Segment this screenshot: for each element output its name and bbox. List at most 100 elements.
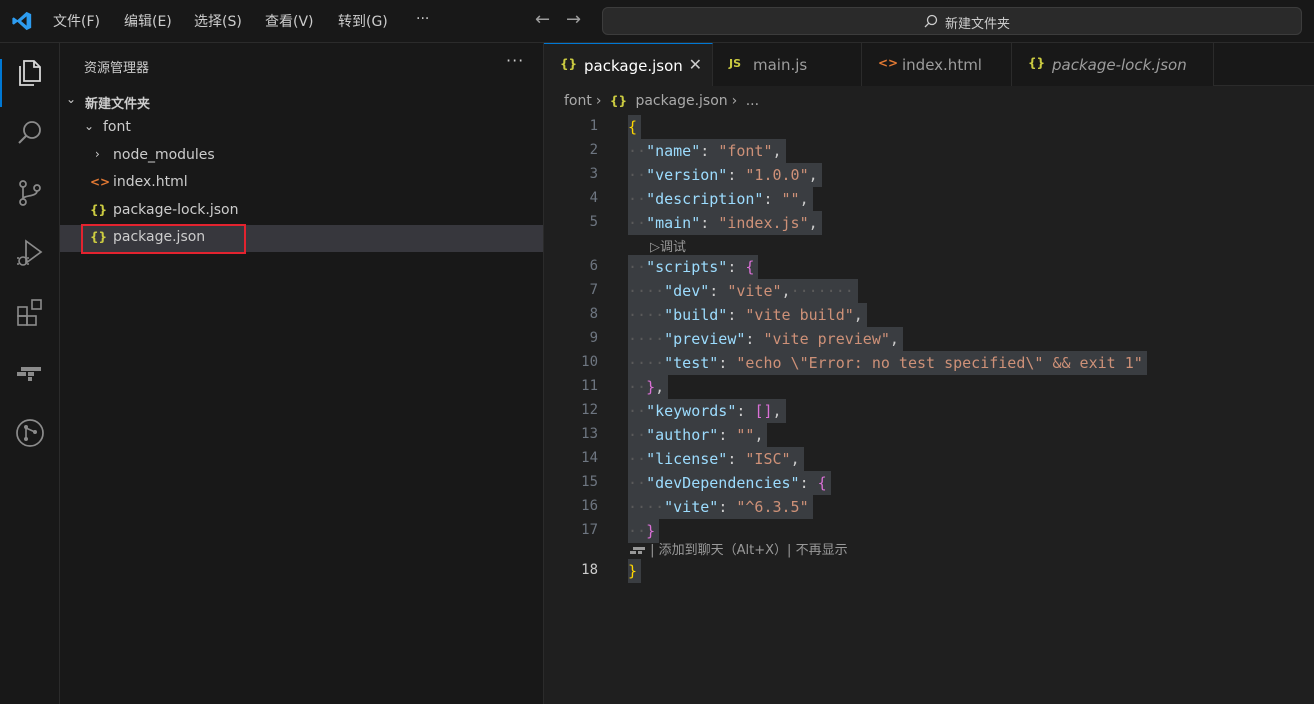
json-file-icon: {} [609,94,628,108]
tree-item-label: index.html [113,174,188,190]
explorer-icon[interactable] [14,57,46,89]
git-graph-icon[interactable] [14,417,46,449]
line-number: 17 [581,522,598,538]
menu-selection[interactable]: 选择(S) [194,11,242,31]
chevron-right-icon: › [95,147,100,161]
code-editor[interactable]: 1{ 2 ··"name": "font", 3 ··"version": "1.0… [544,110,1314,704]
tree-item-package-lock[interactable]: {} package-lock.json [60,198,543,225]
tab-package-lock-json[interactable]: {} package-lock.json [1012,43,1214,86]
js-file-icon: JS [729,57,742,70]
tab-label: package.json [584,57,683,75]
menu-more[interactable]: ··· [416,11,429,27]
tab-label: index.html [902,56,982,74]
line-number: 12 [581,402,598,418]
code-line: 11 ··}, [544,375,1314,399]
tab-main-js[interactable]: JS main.js [713,43,862,86]
tree-root-folder[interactable]: ⌄ 新建文件夹 [60,88,543,115]
line-number: 14 [581,450,598,466]
chevron-right-icon: › [731,93,738,109]
chat-hint-text[interactable]: | 添加到聊天（Alt+X）| 不再显示 [650,543,847,558]
tree-item-label: node_modules [113,147,215,163]
line-number: 13 [581,426,598,442]
line-number: 8 [589,306,598,322]
code-line: 3 ··"version": "1.0.0", [544,163,1314,187]
debug-codelens[interactable]: ▷调试 [650,236,686,255]
json-file-icon: {} [560,57,578,71]
arrow-left-icon[interactable]: ← [535,9,550,30]
line-number: 2 [589,142,598,158]
run-debug-icon[interactable] [14,237,46,269]
code-line: 16 ····"vite": "^6.3.5" [544,495,1314,519]
code-line: 6 ··"scripts": { [544,255,1314,279]
line-number: 18 [581,562,598,578]
line-number: 11 [581,378,598,394]
search-text: 新建文件夹 [945,17,1011,32]
chat-hint: | 添加到聊天（Alt+X）| 不再显示 [630,539,848,558]
tree-item-label: package-lock.json [113,202,239,218]
breadcrumb-folder[interactable]: font [564,93,592,109]
chevron-down-icon: ⌄ [84,119,95,133]
json-file-icon: {} [1028,56,1046,70]
tree-folder-font[interactable]: ⌄ font [60,115,543,142]
code-line: 4 ··"description": "", [544,187,1314,211]
code-line: 15 ··"devDependencies": { [544,471,1314,495]
code-line: 9 ····"preview": "vite preview", [544,327,1314,351]
chevron-right-icon: › [595,93,602,109]
title-bar: 文件(F) 编辑(E) 选择(S) 查看(V) 转到(G) ··· ← → 新建… [0,0,1314,43]
activity-bar [0,43,60,704]
tree-item-node-modules[interactable]: › node_modules [60,143,543,170]
tab-index-html[interactable]: <> index.html [862,43,1012,86]
command-center-search[interactable]: 新建文件夹 [602,7,1302,35]
code-line: 18} [544,559,1314,583]
code-line: 1{ [544,115,1314,139]
line-number: 6 [589,258,598,274]
editor-tabs: {} package.json ✕ JS main.js <> index.ht… [544,43,1314,86]
code-line: 10 ····"test": "echo \"Error: no test spe… [544,351,1314,375]
extensions-icon[interactable] [14,297,46,329]
explorer-sidebar: 资源管理器 ··· ⌄ 新建文件夹 ⌄ font › node_modules … [60,43,544,704]
close-icon[interactable]: ✕ [689,55,702,74]
breadcrumb: font › {} package.json › ... [564,93,763,109]
more-actions-button[interactable]: ··· [506,51,524,70]
line-number: 10 [581,354,598,370]
menu-go[interactable]: 转到(G) [338,11,388,31]
line-number: 5 [589,214,598,230]
chevron-down-icon: ⌄ [66,92,77,106]
source-control-icon[interactable] [14,177,46,209]
chat-icon [630,546,645,554]
tab-label: package-lock.json [1052,56,1187,74]
chat-icon[interactable] [14,357,46,389]
line-number: 7 [589,282,598,298]
vscode-logo-icon [12,11,32,31]
menu-edit[interactable]: 编辑(E) [124,11,172,31]
menu-file[interactable]: 文件(F) [53,11,100,31]
folder-label: font [103,119,131,135]
root-folder-label: 新建文件夹 [85,97,151,112]
code-line: 8 ····"build": "vite build", [544,303,1314,327]
code-line: 14 ··"license": "ISC", [544,447,1314,471]
breadcrumb-file[interactable]: package.json [635,93,727,109]
menu-view[interactable]: 查看(V) [265,11,314,31]
line-number: 4 [589,190,598,206]
line-number: 16 [581,498,598,514]
code-line: 5 ··"main": "index.js", [544,211,1314,235]
line-number: 3 [589,166,598,182]
active-indicator [0,59,2,107]
arrow-right-icon[interactable]: → [566,9,581,30]
code-line: 12 ··"keywords": [], [544,399,1314,423]
line-number: 15 [581,474,598,490]
line-number: 9 [589,330,598,346]
code-line: 2 ··"name": "font", [544,139,1314,163]
explorer-title: 资源管理器 [84,61,150,76]
json-file-icon: {} [90,203,108,217]
breadcrumb-more[interactable]: ... [746,93,759,109]
search-icon [924,14,938,28]
tab-package-json[interactable]: {} package.json ✕ [544,43,713,86]
search-icon[interactable] [14,117,46,149]
tree-item-index-html[interactable]: <> index.html [60,170,543,197]
code-line: 7 ····"dev": "vite",······· [544,279,1314,303]
html-file-icon: <> [878,56,899,70]
html-file-icon: <> [90,175,111,189]
tab-label: main.js [753,56,808,74]
line-number: 1 [589,118,598,134]
